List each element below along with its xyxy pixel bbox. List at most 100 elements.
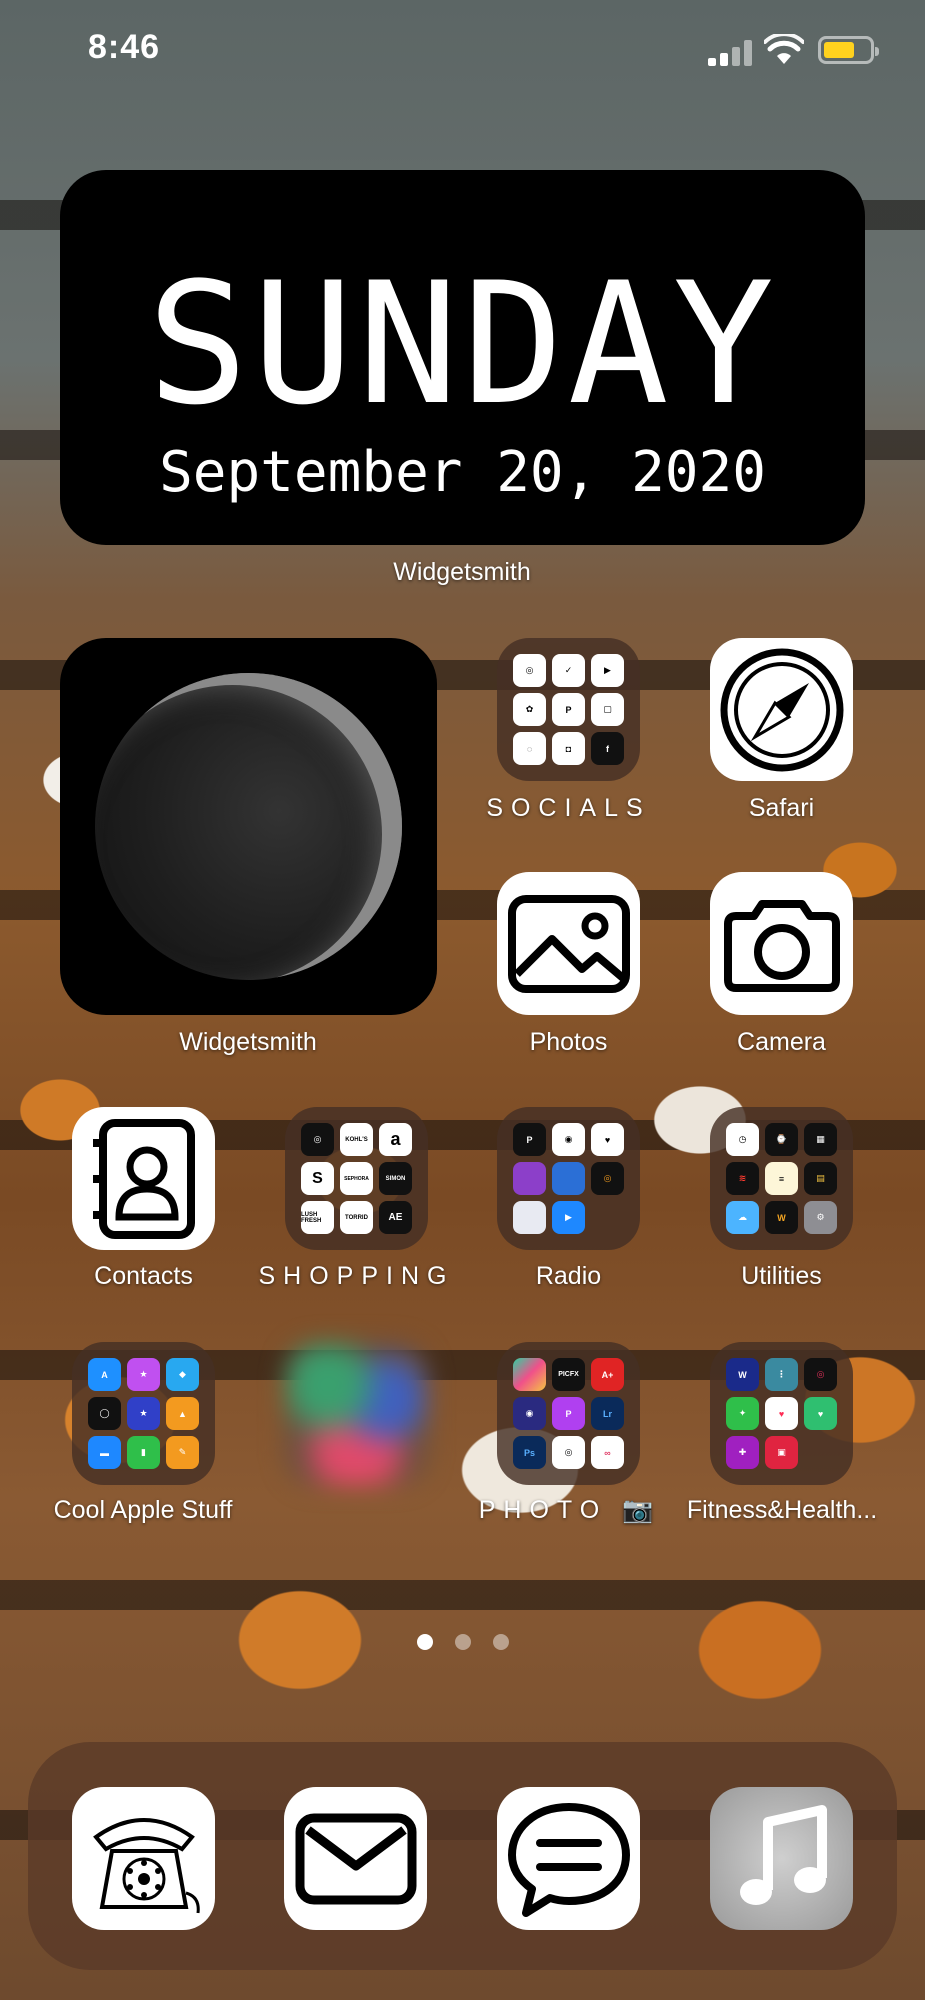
compass-icon [720,648,843,771]
contacts-icon [92,1118,195,1239]
lens-icon: ◉ [513,1397,546,1430]
voice-memos-icon: ≋ [726,1162,759,1195]
camera-icon [723,899,840,992]
moon-widget[interactable] [60,638,437,1015]
numbers-icon: ▮ [127,1436,160,1469]
shopping-label: SHOPPING [258,1262,455,1290]
date-widget[interactable]: SUNDAY September 20, 2020 [60,170,865,545]
picsart-icon: P [552,1397,585,1430]
simon-icon: SIMON [379,1162,412,1195]
photo-folder[interactable]: PICFX A+ ◉ P Lr Ps ◎ ∞ [497,1342,640,1485]
music-app[interactable] [710,1787,853,1930]
american-eagle-icon: AE [379,1201,412,1234]
socials-folder[interactable]: ◎ ✓ ▶ ✿ P ▢ ◌ ◘ f [497,638,640,781]
camera-app[interactable] [710,872,853,1015]
cool-apple-stuff-label: Cool Apple Stuff [53,1496,233,1524]
shopping-folder[interactable]: ◎ KOHL'S a S SEPHORA SIMON LUSH FRESH TO… [285,1107,428,1250]
play-icon: ▶ [552,1201,585,1234]
blurred-app[interactable] [285,1342,428,1485]
audiomack-icon: ◎ [591,1162,624,1195]
cool-apple-stuff-folder[interactable]: A ★ ◆ ◯ ★ ▲ ▬ ▮ ✎ [72,1342,215,1485]
utilities-label: Utilities [741,1262,822,1290]
walking-icon: ✦ [726,1397,759,1430]
imovie-icon: ★ [127,1397,160,1430]
infinity-icon: ∞ [591,1436,624,1469]
notes-icon: ≡ [765,1162,798,1195]
pandora-icon: P [513,1123,546,1156]
photo-app-icon [513,1358,546,1391]
shop-s-icon: S [301,1162,334,1195]
rotary-phone-icon [92,1817,200,1913]
fitness-app-icon: ✚ [726,1436,759,1469]
itunes-store-icon: ★ [127,1358,160,1391]
page-dot[interactable] [417,1634,433,1650]
date-widget-label: Widgetsmith [393,558,531,586]
keynote-icon: ▬ [88,1436,121,1469]
watch-icon: ⌚ [765,1123,798,1156]
vsco-icon: ◎ [552,1436,585,1469]
fitness-folder[interactable]: W ⋮ ◎ ✦ ♥ ♥ ✚ ▣ [710,1342,853,1485]
widgetsmith-icon: W [765,1201,798,1234]
status-bar: 8:46 [0,0,925,100]
radio-station-icon [552,1162,585,1195]
app-store-icon: A [88,1358,121,1391]
cellular-signal-icon [708,40,752,66]
photos-app[interactable] [497,872,640,1015]
calculator-icon: ▦ [804,1123,837,1156]
contacts-app[interactable] [72,1107,215,1250]
photo-editor-icon: A+ [591,1358,624,1391]
heart-app-icon: ♥ [804,1397,837,1430]
instagram-icon: ◎ [513,654,546,687]
radio-folder[interactable]: P ◉ ♥ ◎ ▶ [497,1107,640,1250]
moon-widget-label: Widgetsmith [179,1028,317,1056]
lush-icon: LUSH FRESH [301,1201,334,1234]
utilities-folder[interactable]: ◷ ⌚ ▦ ≋ ≡ ▤ ☁ W ⚙ [710,1107,853,1250]
status-time: 8:46 [88,28,161,66]
twitter-icon: ✓ [552,654,585,687]
page-dot[interactable] [455,1634,471,1650]
health-icon: ♥ [765,1397,798,1430]
wifi-icon [764,34,804,64]
camera-label: Camera [737,1028,826,1056]
radio-app-icon: ◉ [552,1123,585,1156]
safari-app[interactable] [710,638,853,781]
pinterest-icon: P [552,693,585,726]
itunes-u-icon: ▲ [166,1397,199,1430]
messages-app[interactable] [497,1787,640,1930]
lightroom-icon: Lr [591,1397,624,1430]
moon-image [95,673,402,980]
picfx-icon: PICFX [552,1358,585,1391]
torrid-icon: TORRID [340,1201,373,1234]
messenger-icon: ◌ [513,732,546,765]
shortcuts-icon: ◆ [166,1358,199,1391]
phone-app[interactable] [72,1787,215,1930]
widget-date: September 20, 2020 [159,440,766,505]
radio-station-2-icon [513,1201,546,1234]
activity-icon: ◎ [804,1358,837,1391]
music-note-icon [739,1804,827,1905]
clock-icon: ◷ [726,1123,759,1156]
contacts-label: Contacts [94,1262,193,1290]
chat-bubble-icon [507,1802,630,1917]
facetime-icon: ◘ [552,732,585,765]
wallet-icon: ▤ [804,1162,837,1195]
iheart-icon: ♥ [591,1123,624,1156]
settings-icon: ⚙ [804,1201,837,1234]
photo-folder-label: PHOTO 📷 [478,1496,662,1524]
photo-icon [507,894,630,993]
radio-label: Radio [535,1262,602,1290]
mail-app[interactable] [284,1787,427,1930]
page-indicator[interactable] [417,1634,512,1652]
page-dot[interactable] [493,1634,509,1650]
photos-label: Photos [529,1028,608,1056]
widget-day: SUNDAY [147,246,778,442]
amazon-icon: a [379,1123,412,1156]
empty-slot [804,1436,837,1469]
app-icon: ▢ [591,693,624,726]
target-icon: ◎ [301,1123,334,1156]
ww-icon: W [726,1358,759,1391]
watch-app-icon: ◯ [88,1397,121,1430]
photoshop-icon: Ps [513,1436,546,1469]
kohls-icon: KOHL'S [340,1123,373,1156]
weather-icon: ☁ [726,1201,759,1234]
